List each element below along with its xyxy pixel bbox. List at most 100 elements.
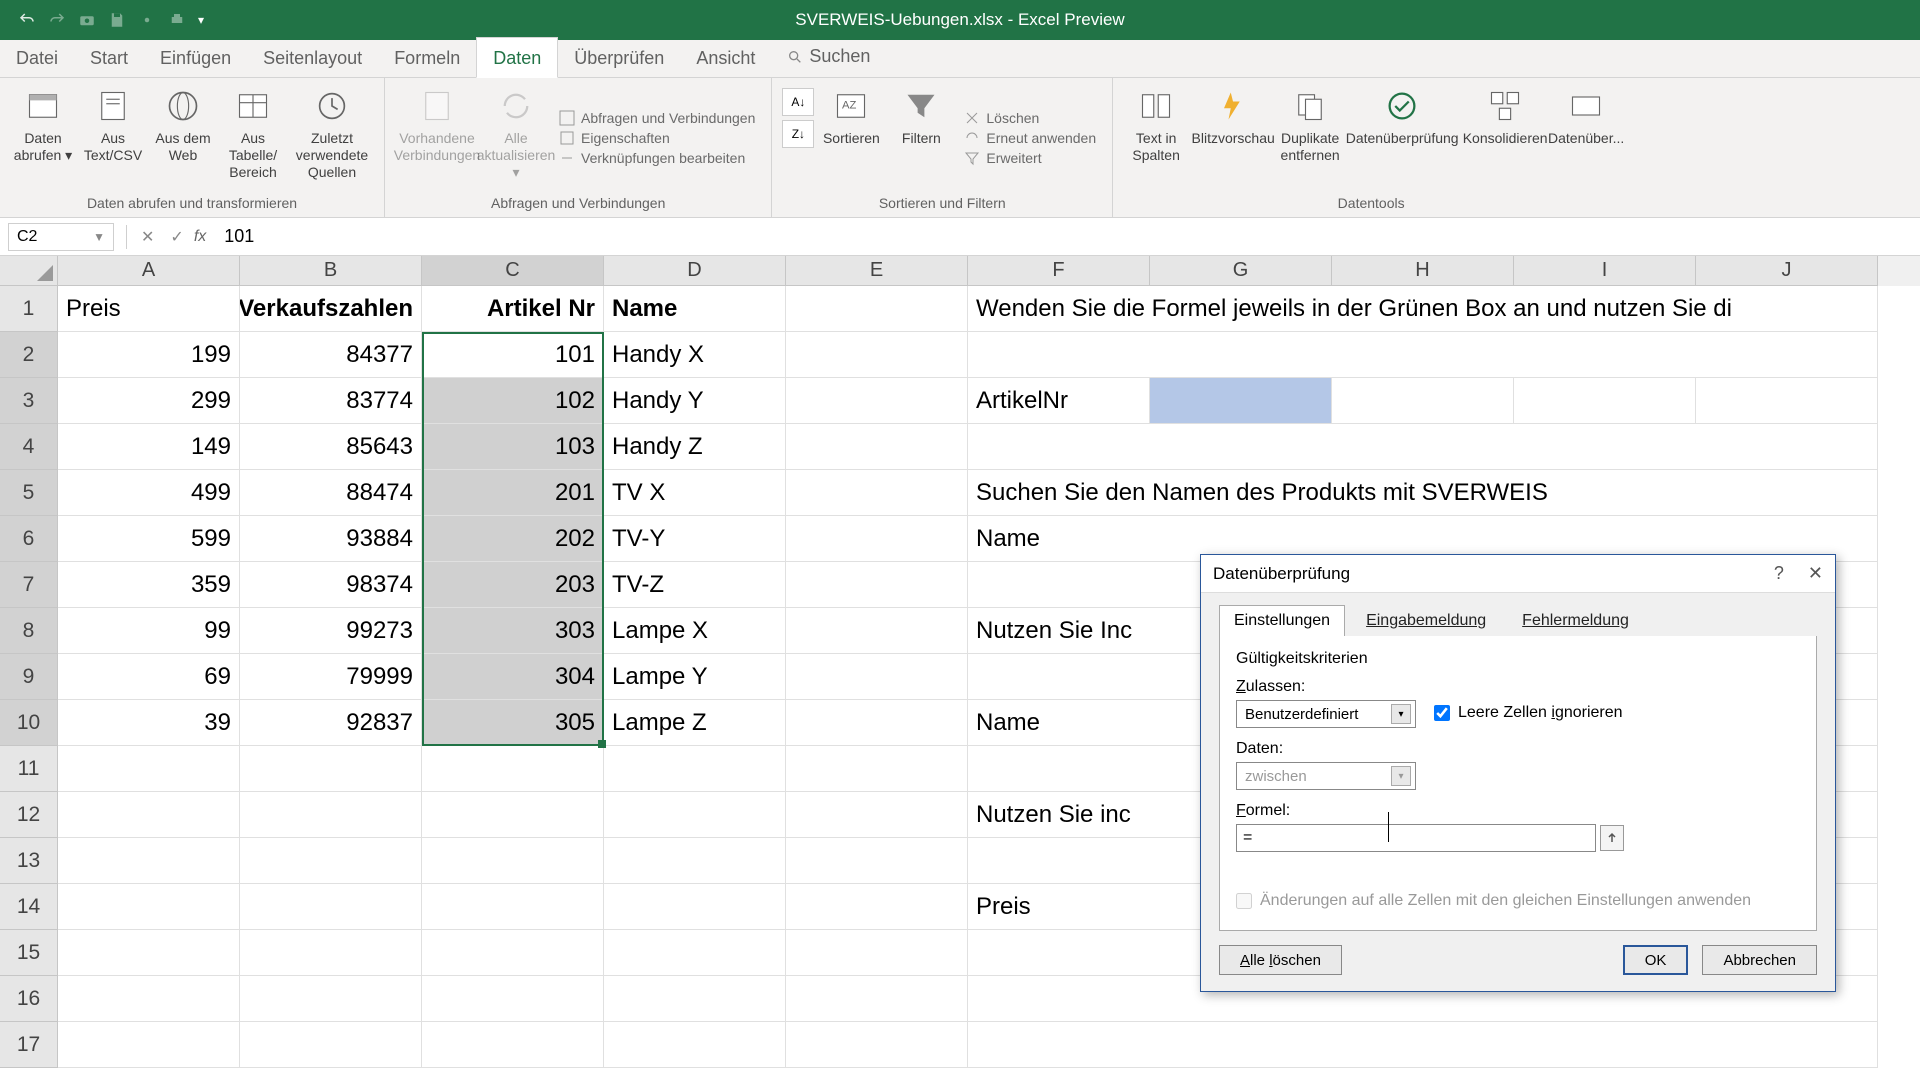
cell-F17[interactable] xyxy=(968,1022,1878,1068)
filter-button[interactable]: Filtern xyxy=(888,84,954,191)
row-header-12[interactable]: 12 xyxy=(0,792,58,838)
cell-A11[interactable] xyxy=(58,746,240,792)
data-validation-button[interactable]: Datenüberprüfung xyxy=(1347,84,1457,191)
cell-B4[interactable]: 85643 xyxy=(240,424,422,470)
sort-button[interactable]: AZSortieren xyxy=(818,84,884,191)
row-header-3[interactable]: 3 xyxy=(0,378,58,424)
row-header-13[interactable]: 13 xyxy=(0,838,58,884)
cell-D15[interactable] xyxy=(604,930,786,976)
cell-A9[interactable]: 69 xyxy=(58,654,240,700)
cell-B8[interactable]: 99273 xyxy=(240,608,422,654)
close-icon[interactable]: ✕ xyxy=(1808,563,1823,584)
tell-me-search[interactable]: Suchen xyxy=(771,36,886,77)
advanced-item[interactable]: Erweitert xyxy=(964,150,1096,166)
cell-A17[interactable] xyxy=(58,1022,240,1068)
cell-D10[interactable]: Lampe Z xyxy=(604,700,786,746)
tab-ueberpruefen[interactable]: Überprüfen xyxy=(558,38,680,77)
print-icon[interactable] xyxy=(168,11,186,29)
name-box[interactable]: C2 ▼ xyxy=(8,223,114,251)
tab-seitenlayout[interactable]: Seitenlayout xyxy=(247,38,378,77)
dialog-tab-settings[interactable]: Einstellungen xyxy=(1219,605,1345,636)
sort-desc-button[interactable]: Z↓ xyxy=(782,120,814,148)
help-icon[interactable]: ? xyxy=(1774,563,1784,584)
cell-B7[interactable]: 98374 xyxy=(240,562,422,608)
cell-H3[interactable] xyxy=(1332,378,1514,424)
tab-ansicht[interactable]: Ansicht xyxy=(680,38,771,77)
cell-D12[interactable] xyxy=(604,792,786,838)
cell-E16[interactable] xyxy=(786,976,968,1022)
name-box-dropdown-icon[interactable]: ▼ xyxy=(93,230,105,244)
touch-icon[interactable] xyxy=(138,11,156,29)
cell-F2[interactable] xyxy=(968,332,1878,378)
row-header-17[interactable]: 17 xyxy=(0,1022,58,1068)
cell-C4[interactable]: 103 xyxy=(422,424,604,470)
cell-A14[interactable] xyxy=(58,884,240,930)
cell-J3[interactable] xyxy=(1696,378,1878,424)
col-header-A[interactable]: A xyxy=(58,256,240,286)
select-all-triangle[interactable] xyxy=(0,256,58,286)
cell-C14[interactable] xyxy=(422,884,604,930)
consolidate-button[interactable]: Konsolidieren xyxy=(1461,84,1549,191)
cell-B12[interactable] xyxy=(240,792,422,838)
range-selector-button[interactable] xyxy=(1600,825,1624,851)
cell-E3[interactable] xyxy=(786,378,968,424)
cell-C10[interactable]: 305 xyxy=(422,700,604,746)
cell-A6[interactable]: 599 xyxy=(58,516,240,562)
row-header-4[interactable]: 4 xyxy=(0,424,58,470)
redo-icon[interactable] xyxy=(48,11,66,29)
cell-B17[interactable] xyxy=(240,1022,422,1068)
cell-D1[interactable]: Name xyxy=(604,286,786,332)
cell-B15[interactable] xyxy=(240,930,422,976)
cell-A2[interactable]: 199 xyxy=(58,332,240,378)
cell-A8[interactable]: 99 xyxy=(58,608,240,654)
cell-B5[interactable]: 88474 xyxy=(240,470,422,516)
cell-C6[interactable]: 202 xyxy=(422,516,604,562)
row-header-11[interactable]: 11 xyxy=(0,746,58,792)
cell-E11[interactable] xyxy=(786,746,968,792)
cell-D3[interactable]: Handy Y xyxy=(604,378,786,424)
cell-F5[interactable]: Suchen Sie den Namen des Produkts mit SV… xyxy=(968,470,1878,516)
col-header-J[interactable]: J xyxy=(1696,256,1878,286)
cell-B16[interactable] xyxy=(240,976,422,1022)
cell-C17[interactable] xyxy=(422,1022,604,1068)
cell-A7[interactable]: 359 xyxy=(58,562,240,608)
sort-asc-button[interactable]: A↓ xyxy=(782,88,814,116)
cell-D8[interactable]: Lampe X xyxy=(604,608,786,654)
allow-combo[interactable]: Benutzerdefiniert ▾ xyxy=(1236,700,1416,728)
cell-E17[interactable] xyxy=(786,1022,968,1068)
properties-item[interactable]: Eigenschaften xyxy=(559,130,755,146)
cell-C8[interactable]: 303 xyxy=(422,608,604,654)
row-header-5[interactable]: 5 xyxy=(0,470,58,516)
cell-C7[interactable]: 203 xyxy=(422,562,604,608)
refresh-all-button[interactable]: Alle aktualisieren ▾ xyxy=(483,84,549,191)
dialog-titlebar[interactable]: Datenüberprüfung ? ✕ xyxy=(1201,555,1835,593)
cell-D13[interactable] xyxy=(604,838,786,884)
col-header-G[interactable]: G xyxy=(1150,256,1332,286)
formula-input[interactable] xyxy=(216,226,1920,247)
row-header-16[interactable]: 16 xyxy=(0,976,58,1022)
cell-E6[interactable] xyxy=(786,516,968,562)
row-header-6[interactable]: 6 xyxy=(0,516,58,562)
col-header-B[interactable]: B xyxy=(240,256,422,286)
row-header-15[interactable]: 15 xyxy=(0,930,58,976)
tab-daten[interactable]: Daten xyxy=(476,37,558,78)
cell-D11[interactable] xyxy=(604,746,786,792)
chevron-down-icon[interactable]: ▾ xyxy=(1391,704,1411,724)
cell-B6[interactable]: 93884 xyxy=(240,516,422,562)
cell-C2[interactable]: 101 xyxy=(422,332,604,378)
cell-B3[interactable]: 83774 xyxy=(240,378,422,424)
cell-B10[interactable]: 92837 xyxy=(240,700,422,746)
cell-B9[interactable]: 79999 xyxy=(240,654,422,700)
row-header-2[interactable]: 2 xyxy=(0,332,58,378)
cell-B13[interactable] xyxy=(240,838,422,884)
row-header-1[interactable]: 1 xyxy=(0,286,58,332)
col-header-C[interactable]: C xyxy=(422,256,604,286)
enter-icon[interactable]: ✓ xyxy=(170,227,183,247)
cell-B11[interactable] xyxy=(240,746,422,792)
cell-B2[interactable]: 84377 xyxy=(240,332,422,378)
cell-F4[interactable] xyxy=(968,424,1878,470)
row-header-7[interactable]: 7 xyxy=(0,562,58,608)
queries-connections-item[interactable]: Abfragen und Verbindungen xyxy=(559,110,755,126)
cell-D2[interactable]: Handy X xyxy=(604,332,786,378)
col-header-I[interactable]: I xyxy=(1514,256,1696,286)
